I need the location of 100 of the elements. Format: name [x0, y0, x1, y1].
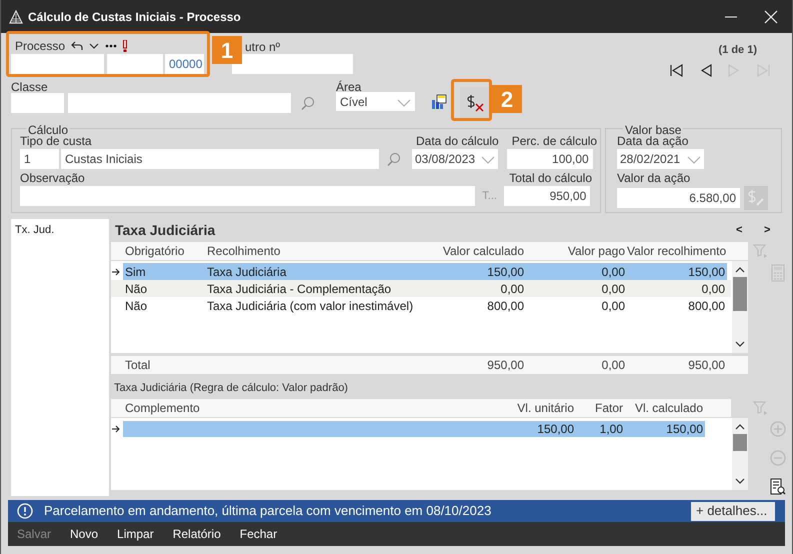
field-label: Perc. de cálculo [510, 135, 598, 148]
field-label: Total do cálculo [508, 172, 592, 185]
table-cell-text: 0,00 [500, 280, 525, 298]
previous-tab-button[interactable]: < [736, 222, 746, 239]
observation-field[interactable] [20, 186, 475, 206]
sidebar-item[interactable]: Tx. Jud. [15, 222, 109, 236]
callout-number: 2 [492, 85, 522, 113]
table-cell-text: 0,00 [700, 280, 726, 298]
table-row[interactable]: Sim Taxa Judiciária 150,00 0,00 150,00 [123, 263, 727, 280]
more-dots-icon[interactable] [105, 44, 118, 48]
close-icon[interactable] [764, 10, 778, 24]
action-button[interactable]: Fechar [240, 525, 278, 543]
scroll-thumb[interactable] [733, 277, 747, 311]
total-value: 950,00 [687, 357, 726, 374]
field-label: Data da ação [617, 135, 688, 148]
total-label: Total [124, 357, 152, 374]
total-value: 950,00 [486, 357, 525, 374]
field-label: Classe [11, 79, 49, 92]
dollar-pencil-icon [747, 189, 765, 207]
process-number-field[interactable] [11, 54, 104, 74]
total-field[interactable]: 950,00 [504, 186, 590, 206]
exclamation-icon[interactable] [123, 40, 128, 52]
row-pointer-icon [111, 425, 121, 433]
area-dropdown[interactable]: Cível [336, 92, 415, 111]
class-name-field[interactable] [68, 93, 291, 113]
column-header: Valor calculado [442, 243, 525, 260]
table-cell-text: 0,00 [600, 264, 626, 280]
column-header: Valor recolhimento [627, 243, 727, 260]
table-cell-text: Taxa Judiciária [206, 264, 288, 280]
table-row[interactable]: Não Taxa Judiciária (com valor inestimável) 800,00 0,00 800,00 [123, 297, 727, 314]
action-date-field[interactable]: 28/02/2021 [617, 149, 704, 169]
table-cell-text: 150,00 [486, 264, 525, 280]
table-cell-text: Sim [124, 264, 147, 280]
plus-circle-icon[interactable] [770, 421, 786, 437]
other-number-field[interactable] [232, 54, 353, 74]
filter-icon[interactable] [753, 401, 767, 415]
info-circle-icon [17, 503, 33, 519]
table-cell-text: 1,00 [598, 421, 623, 438]
dollar-x-icon [466, 94, 486, 112]
field-label: Processo [15, 38, 66, 54]
first-record-icon[interactable] [670, 64, 684, 76]
table-row[interactable]: 150,00 1,00 150,00 [123, 421, 705, 437]
cost-type-code-field[interactable]: 1 [20, 149, 59, 169]
action-value-field[interactable]: 6.580,00 [617, 188, 740, 208]
column-header: Complemento [124, 400, 201, 417]
field-label: Tipo de custa [20, 135, 92, 148]
field-label: Observação [20, 172, 85, 185]
notification-message: Parcelamento em andamento, última parcela com vencimento em 08/10/2023 [44, 502, 492, 520]
table-cell-text: Não [124, 280, 148, 298]
scrollbar[interactable] [732, 418, 748, 490]
field-label: utro nº [245, 39, 280, 53]
section-subtitle: Taxa Judiciária (Regra de cálculo: Valor padrão) [113, 381, 349, 394]
row-pointer-icon [111, 268, 121, 276]
table-cell-text: 150,00 [687, 264, 726, 280]
app-logo-icon [9, 10, 23, 24]
action-button[interactable]: Limpar [117, 525, 154, 543]
field-label: Área [336, 79, 362, 92]
search-icon[interactable] [301, 96, 315, 110]
next-tab-button[interactable]: > [764, 222, 774, 239]
section-title: Taxa Judiciária [115, 221, 216, 240]
calculator-icon[interactable] [771, 264, 785, 282]
chevron-down-icon[interactable] [89, 42, 100, 50]
table-cell-text: 0,00 [600, 280, 626, 298]
column-header: Valor pago [566, 243, 626, 260]
minus-circle-icon[interactable] [770, 450, 786, 466]
cost-type-name-field[interactable]: Custas Iniciais [61, 149, 379, 169]
report-search-icon[interactable] [770, 478, 786, 496]
action-button[interactable]: Novo [70, 525, 98, 543]
calculation-date-field[interactable]: 03/08/2023 [412, 149, 498, 169]
column-header: Vl. calculado [634, 400, 703, 417]
column-header: Fator [594, 400, 623, 417]
field-label: Data do cálculo [415, 135, 499, 148]
bar-chart-icon[interactable] [431, 94, 447, 110]
column-header: Recolhimento [206, 243, 282, 260]
scrollbar[interactable] [732, 261, 748, 353]
table-cell-text: Não [124, 298, 148, 314]
table-cell-text: 800,00 [486, 298, 525, 314]
previous-icon[interactable] [699, 64, 713, 76]
table-cell-text: 800,00 [687, 298, 726, 314]
column-header: Vl. unitário [516, 400, 574, 417]
table-cell-text: 0,00 [600, 298, 626, 314]
callout-number: 1 [212, 36, 242, 64]
table-cell-text: Taxa Judiciária - Complementação [206, 280, 392, 298]
filter-icon[interactable] [753, 244, 767, 258]
callout-frame [451, 79, 492, 121]
scroll-thumb[interactable] [733, 434, 747, 451]
process-suffix-field[interactable]: 00000 [165, 54, 204, 74]
table-cell-text: Taxa Judiciária (com valor inestimável) [206, 298, 414, 314]
action-button[interactable]: Relatório [172, 525, 221, 543]
field-label: Valor da ação [617, 172, 690, 185]
undo-arrow-icon[interactable] [71, 40, 84, 50]
search-icon[interactable] [387, 152, 401, 166]
process-number-field[interactable] [107, 54, 163, 74]
percentage-field[interactable]: 100,00 [506, 149, 593, 169]
total-value: 0,00 [600, 357, 626, 374]
table-cell-text: 150,00 [665, 421, 703, 438]
table-cell-text: 150,00 [536, 421, 574, 438]
class-code-field[interactable] [11, 93, 64, 113]
details-button[interactable]: + detalhes... [691, 502, 775, 520]
window-title: Cálculo de Custas Iniciais - Processo [28, 8, 242, 26]
